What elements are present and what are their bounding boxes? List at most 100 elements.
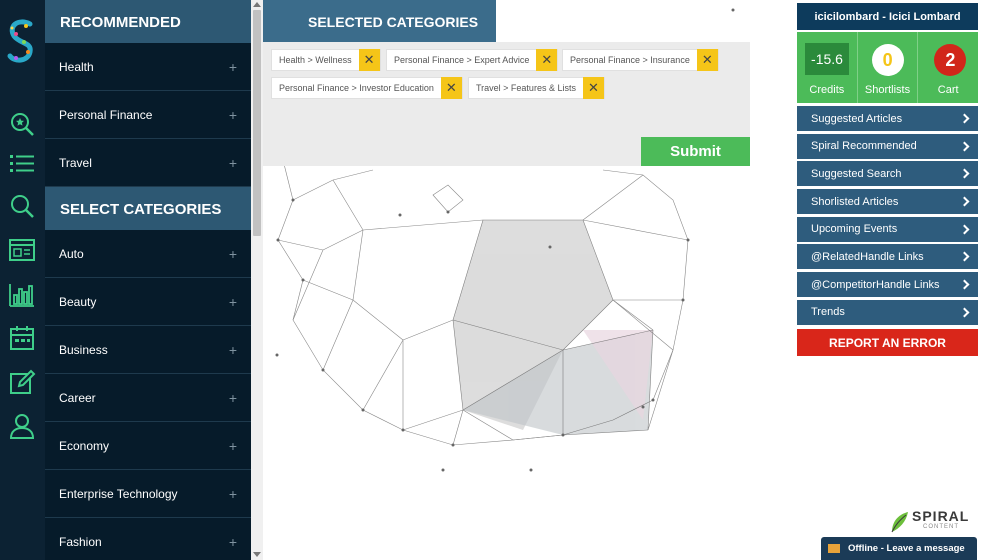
list-icon[interactable] (8, 150, 36, 178)
selected-tag: Personal Finance > Investor Education ✕ (271, 77, 463, 99)
credits-label: Credits (809, 84, 845, 96)
category-item-career[interactable]: Career + (45, 374, 251, 422)
bar-chart-icon[interactable] (8, 281, 36, 309)
plus-icon[interactable]: + (229, 342, 237, 358)
category-scrollbar[interactable] (251, 0, 263, 560)
submit-button[interactable]: Submit (641, 137, 750, 166)
spiral-content-logo: SPIRAL CONTENT (890, 508, 970, 534)
spiral-leaf-icon (891, 512, 908, 533)
menu-label: Suggested Articles (811, 112, 903, 125)
category-label: Enterprise Technology (59, 486, 178, 501)
cart-count: 2 (934, 44, 967, 76)
remove-tag-icon[interactable]: ✕ (582, 77, 604, 99)
tag-label: Personal Finance > Insurance (570, 55, 690, 65)
cart-stat[interactable]: 2 Cart (918, 32, 978, 103)
category-label: Health (59, 59, 94, 74)
category-item-fashion[interactable]: Fashion + (45, 518, 251, 560)
tag-label: Personal Finance > Investor Education (279, 83, 434, 93)
remove-tag-icon[interactable]: ✕ (358, 49, 380, 71)
offline-chat-widget[interactable]: Offline - Leave a message (821, 537, 977, 560)
category-item-economy[interactable]: Economy + (45, 422, 251, 470)
user-icon[interactable] (8, 412, 36, 440)
plus-icon[interactable]: + (229, 390, 237, 406)
remove-tag-icon[interactable]: ✕ (696, 49, 718, 71)
category-label: Career (59, 390, 96, 405)
chat-label: Offline - Leave a message (848, 543, 965, 554)
menu-item-upcoming-events[interactable]: Upcoming Events (797, 216, 978, 242)
plus-icon[interactable]: + (229, 246, 237, 262)
category-label: Fashion (59, 534, 102, 549)
select-categories-header: SELECT CATEGORIES (45, 187, 251, 230)
selected-tag: Travel > Features & Lists ✕ (468, 77, 605, 99)
remove-tag-icon[interactable]: ✕ (536, 49, 558, 71)
plus-icon[interactable]: + (229, 59, 237, 75)
chevron-right-icon (959, 279, 970, 290)
category-label: Personal Finance (59, 107, 153, 122)
brand-sub: CONTENT (923, 524, 959, 530)
plus-icon[interactable]: + (229, 107, 237, 123)
shortlists-count: 0 (871, 44, 904, 76)
category-label: Economy (59, 438, 110, 453)
scrollbar-thumb[interactable] (253, 10, 261, 236)
shortlists-stat[interactable]: 0 Shortlists (858, 32, 919, 103)
chevron-right-icon (959, 196, 970, 207)
menu-item-spiral-recommended[interactable]: Spiral Recommended (797, 133, 978, 159)
selected-tag: Personal Finance > Expert Advice ✕ (386, 49, 559, 71)
menu-item-suggested-articles[interactable]: Suggested Articles (797, 106, 978, 131)
tag-label: Health > Wellness (279, 55, 352, 65)
scroll-down-arrow-icon[interactable] (253, 552, 261, 557)
credits-stat[interactable]: -15.6 Credits (797, 32, 858, 103)
category-label: Auto (59, 246, 84, 261)
menu-label: Suggested Search (811, 167, 902, 180)
cart-label: Cart (937, 84, 959, 96)
account-name[interactable]: icicilombard - Icici Lombard (797, 3, 978, 30)
brand-name: SPIRAL (912, 508, 970, 524)
browser-window-icon[interactable] (8, 236, 36, 264)
category-item-health[interactable]: Health + (45, 43, 251, 91)
recommended-header: RECOMMENDED (45, 0, 251, 43)
chevron-right-icon (959, 141, 970, 152)
menu-item-competitor-handle-links[interactable]: @CompetitorHandle Links (797, 272, 978, 298)
category-label: Beauty (59, 294, 97, 309)
shortlists-label: Shortlists (864, 84, 911, 96)
menu-item-related-handle-links[interactable]: @RelatedHandle Links (797, 244, 978, 270)
category-item-travel[interactable]: Travel + (45, 139, 251, 187)
credits-value: -15.6 (805, 43, 849, 75)
selected-categories-tab: SELECTED CATEGORIES (263, 0, 496, 42)
category-panel: RECOMMENDED Health + Personal Finance + Tr… (45, 0, 251, 560)
plus-icon[interactable]: + (229, 294, 237, 310)
selected-tag: Health > Wellness ✕ (271, 49, 381, 71)
category-item-business[interactable]: Business + (45, 326, 251, 374)
edit-icon[interactable] (8, 368, 36, 396)
menu-item-shortlisted-articles[interactable]: Shorlisted Articles (797, 189, 978, 215)
envelope-icon (828, 544, 840, 553)
menu-label: Upcoming Events (811, 223, 898, 236)
category-label: Travel (59, 155, 92, 170)
category-label: Business (59, 342, 108, 357)
tag-label: Personal Finance > Expert Advice (394, 55, 530, 65)
account-stats: -15.6 Credits 0 Shortlists 2 Cart (797, 32, 978, 103)
scroll-up-arrow-icon[interactable] (253, 2, 261, 7)
plus-icon[interactable]: + (229, 155, 237, 171)
spiral-logo-icon[interactable] (4, 16, 40, 66)
category-item-beauty[interactable]: Beauty + (45, 278, 251, 326)
menu-label: @CompetitorHandle Links (811, 278, 940, 291)
category-item-auto[interactable]: Auto + (45, 230, 251, 278)
category-item-enterprise-technology[interactable]: Enterprise Technology + (45, 470, 251, 518)
chevron-right-icon (959, 113, 970, 124)
plus-icon[interactable]: + (229, 534, 237, 550)
right-menu: Suggested Articles Spiral Recommended Su… (797, 106, 978, 328)
tag-label: Travel > Features & Lists (476, 83, 576, 93)
selected-tag: Personal Finance > Insurance ✕ (562, 49, 719, 71)
menu-label: Trends (811, 306, 845, 319)
search-star-icon[interactable] (8, 110, 36, 138)
search-icon[interactable] (8, 192, 36, 220)
menu-item-trends[interactable]: Trends (797, 299, 978, 325)
remove-tag-icon[interactable]: ✕ (440, 77, 462, 99)
category-item-personal-finance[interactable]: Personal Finance + (45, 91, 251, 139)
plus-icon[interactable]: + (229, 438, 237, 454)
calendar-icon[interactable] (8, 324, 36, 352)
plus-icon[interactable]: + (229, 486, 237, 502)
report-error-button[interactable]: REPORT AN ERROR (797, 329, 978, 356)
menu-item-suggested-search[interactable]: Suggested Search (797, 161, 978, 187)
